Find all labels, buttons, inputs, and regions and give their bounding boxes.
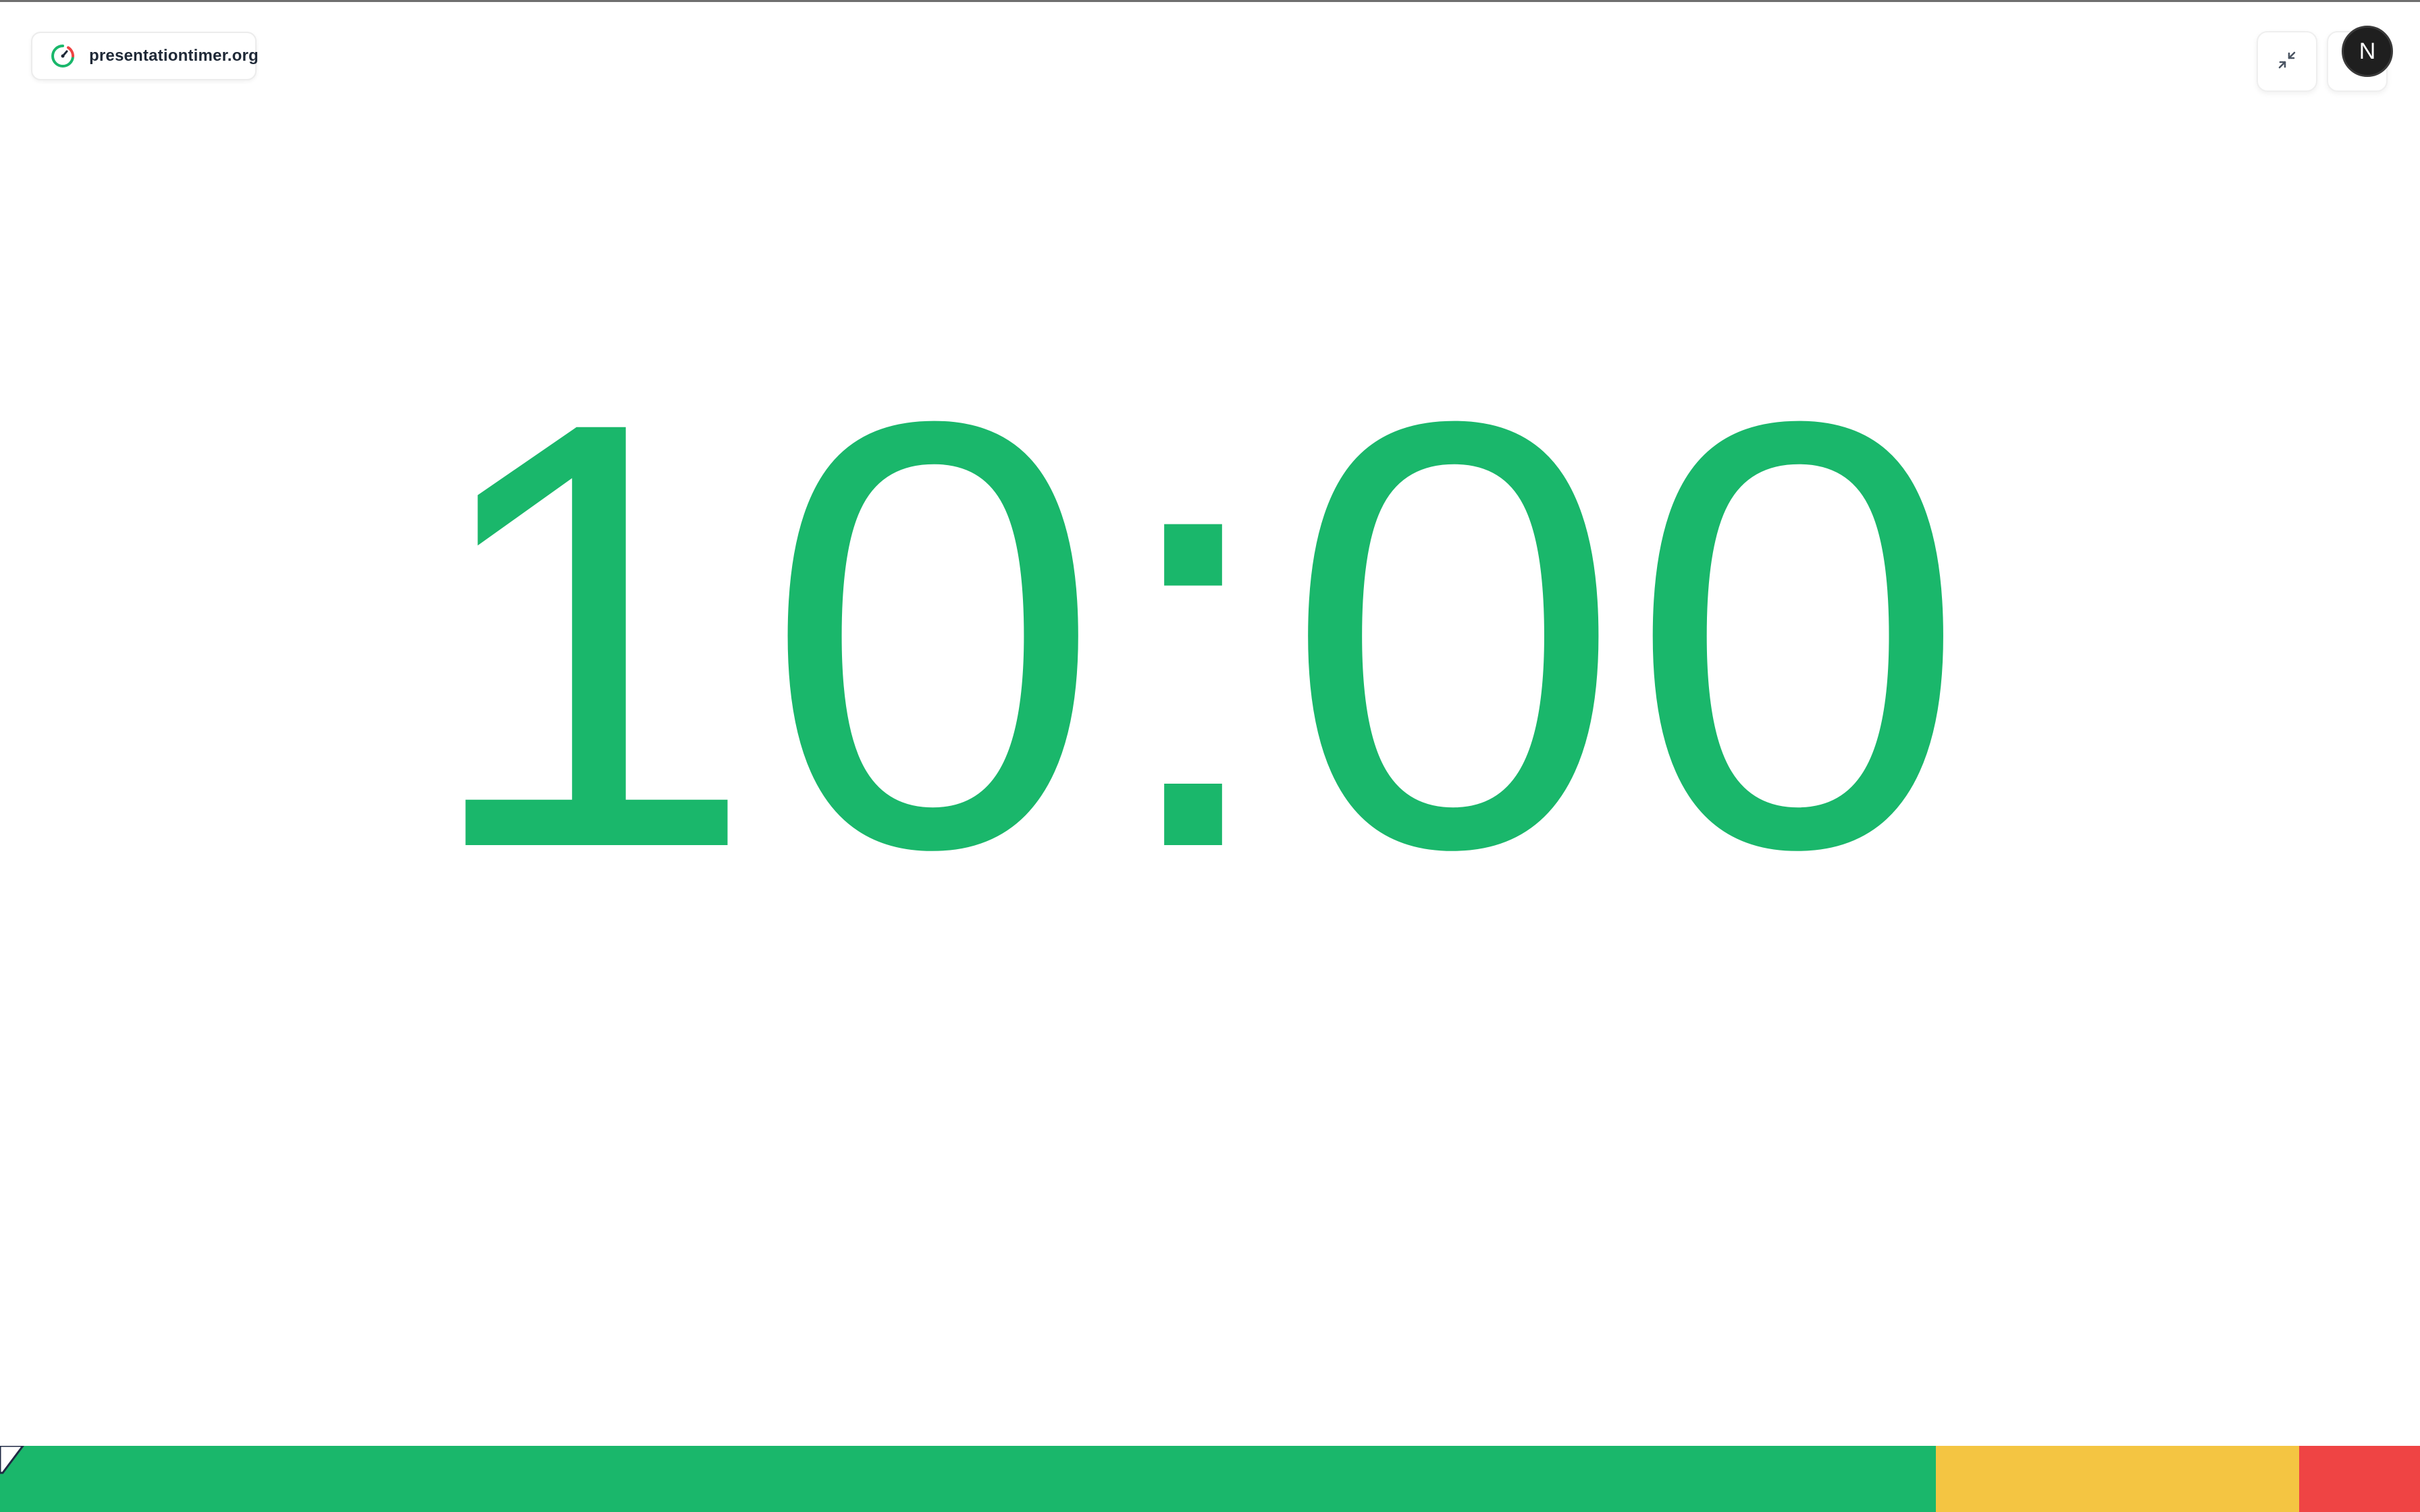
progress-segment-yellow xyxy=(1936,1446,2299,1512)
progress-handle[interactable] xyxy=(0,1444,25,1476)
exit-fullscreen-button[interactable] xyxy=(2257,31,2317,92)
brand-link[interactable]: presentationtimer.org xyxy=(31,32,259,80)
timer-display: 10:00 xyxy=(0,331,2420,938)
collapse-arrows-icon xyxy=(2273,47,2300,77)
timer-page: presentationtimer.org N 10:00 xyxy=(0,0,2420,1512)
progress-segment-red xyxy=(2299,1446,2420,1512)
timer-gauge-icon xyxy=(50,43,76,69)
user-avatar[interactable]: N xyxy=(2342,26,2393,77)
progress-segment-green xyxy=(0,1446,1936,1512)
brand-name: presentationtimer.org xyxy=(89,47,259,65)
timer-value: 10:00 xyxy=(419,295,1974,974)
progress-bar xyxy=(0,1446,2420,1512)
top-border xyxy=(0,0,2420,2)
